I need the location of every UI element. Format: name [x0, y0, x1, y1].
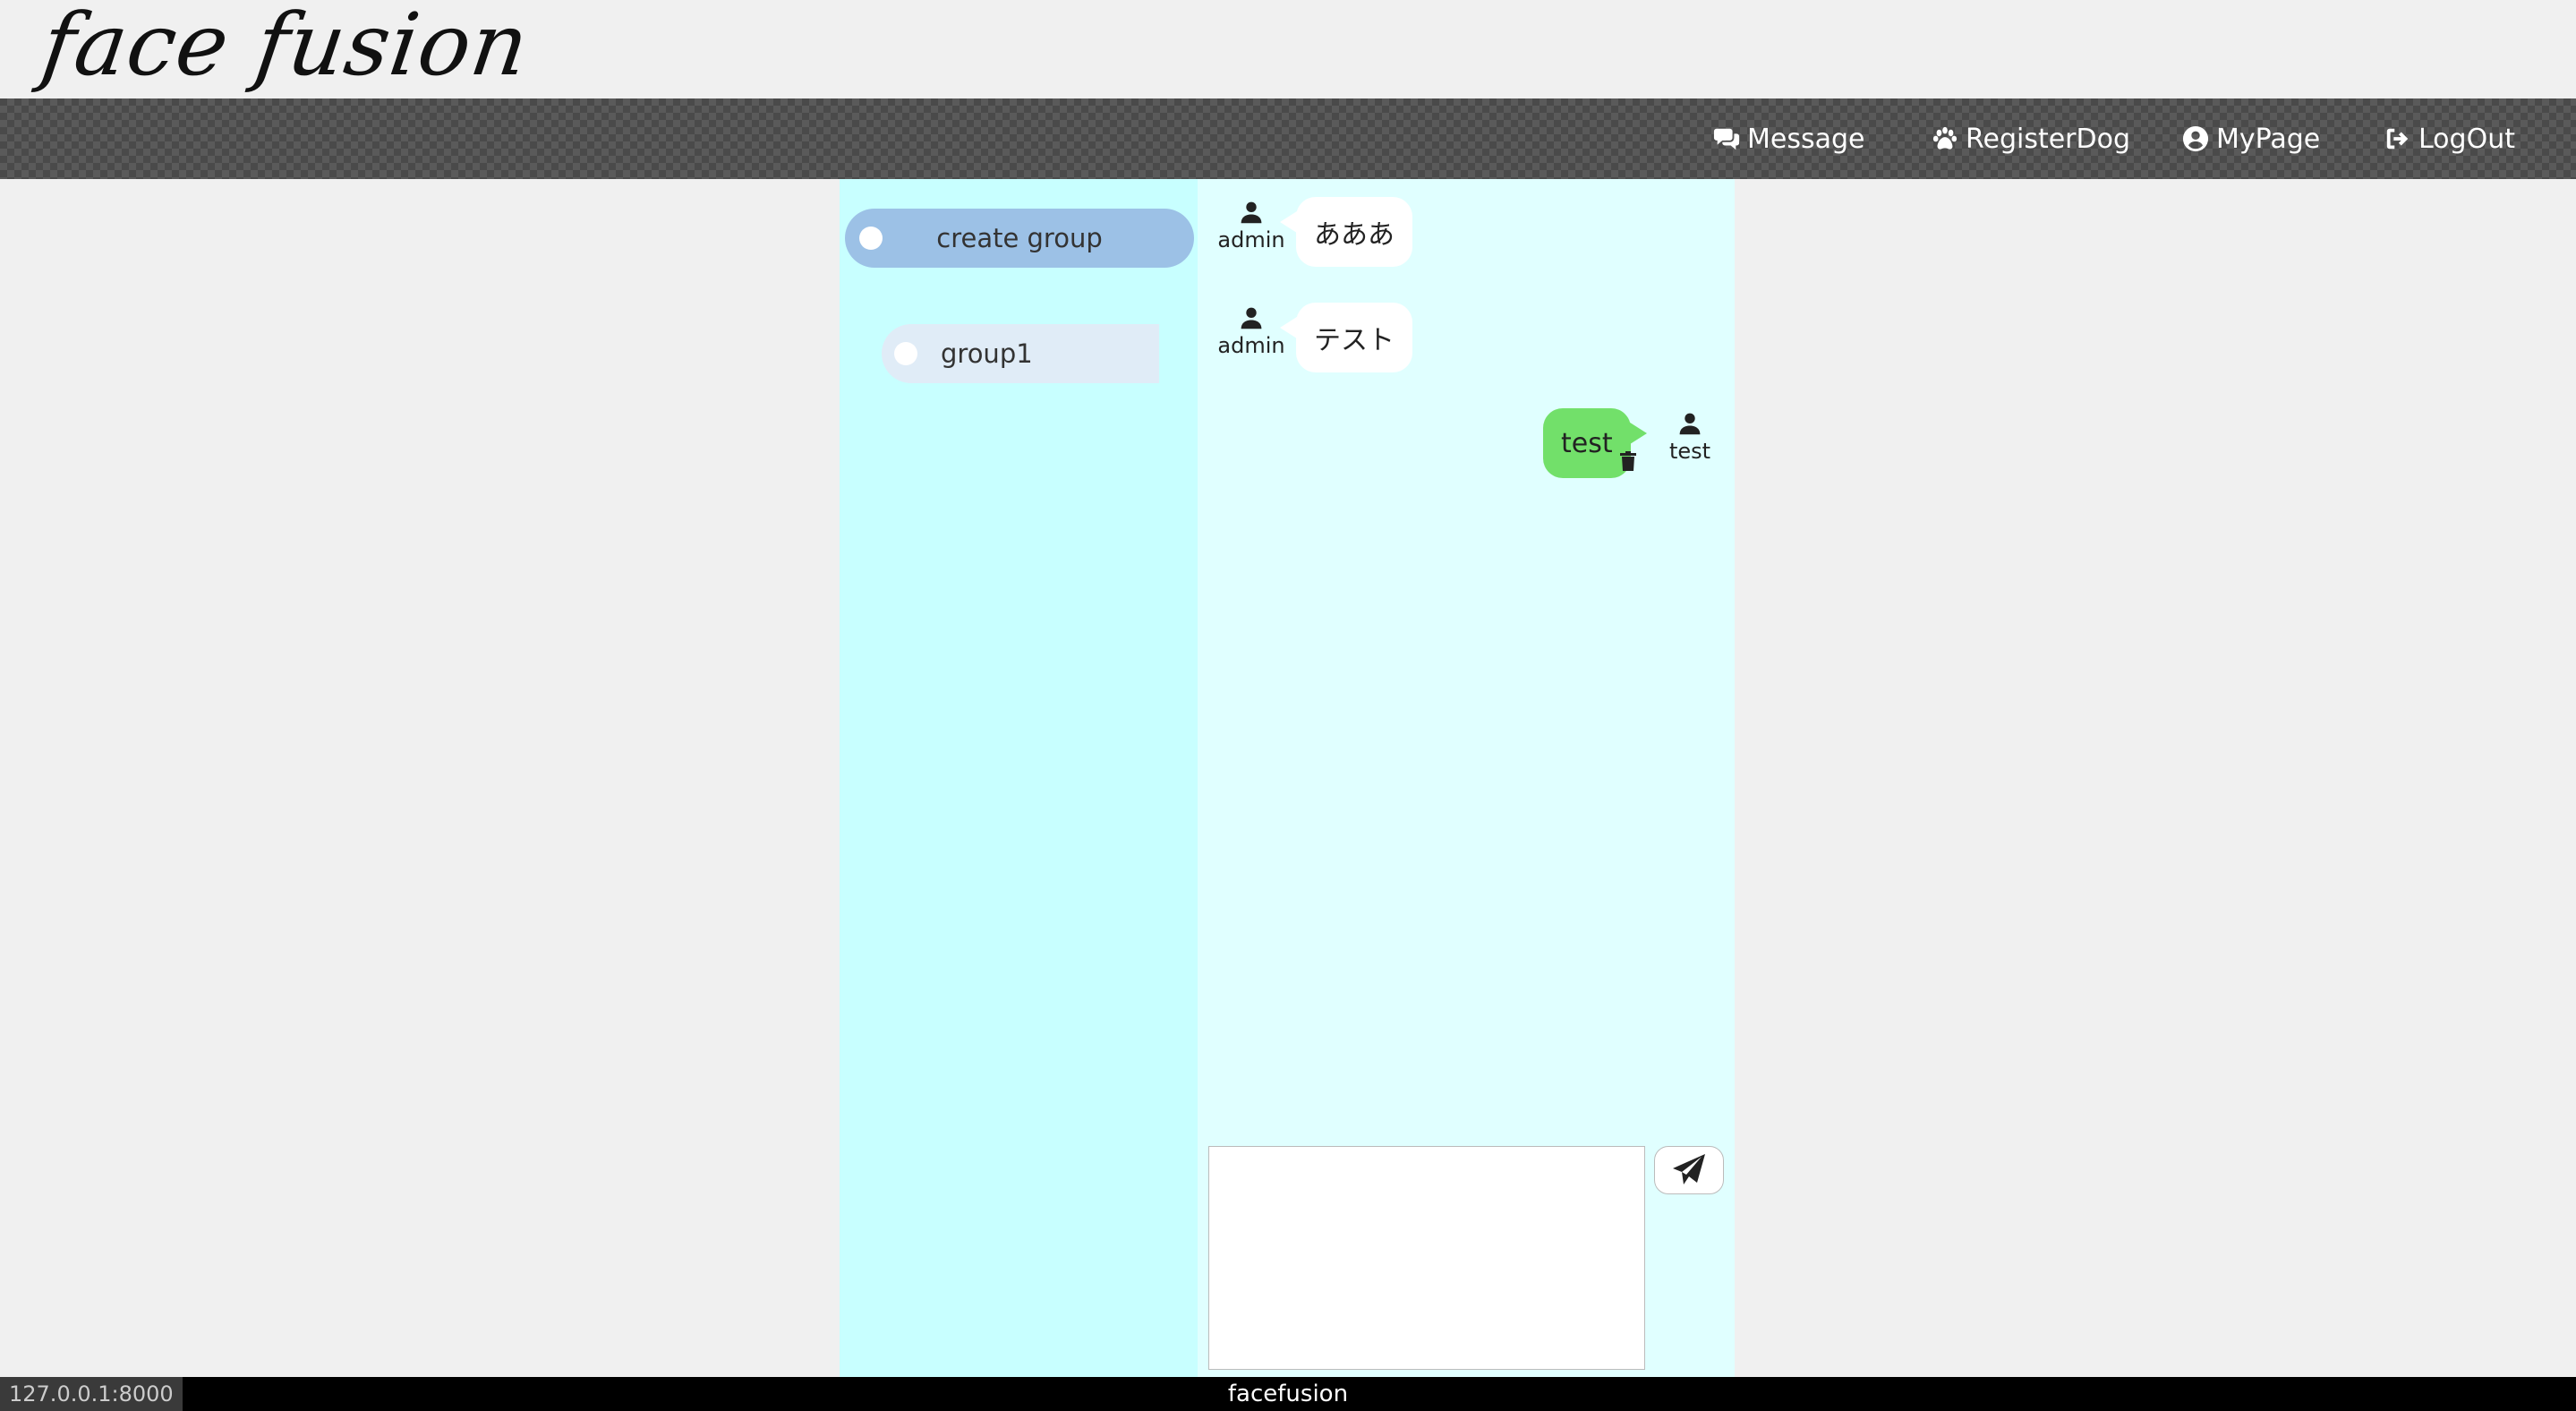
comments-icon [1713, 128, 1740, 150]
message-text: test [1561, 427, 1613, 459]
own-message-bubble: test [1543, 408, 1647, 478]
message-text: テスト [1314, 325, 1395, 356]
user-icon [1241, 307, 1262, 329]
create-group-label: create group [936, 223, 1103, 253]
nav-registerdog-link[interactable]: RegisterDog [1932, 98, 2130, 179]
radio-dot-icon [894, 342, 917, 365]
nav-logout-link[interactable]: LogOut [2384, 98, 2515, 179]
nav-logout-label: LogOut [2418, 123, 2515, 155]
send-button[interactable] [1654, 1146, 1724, 1194]
nav-mypage-label: MyPage [2216, 123, 2321, 155]
user-icon [1241, 201, 1262, 224]
page-footer: facefusion [0, 1377, 2576, 1411]
message-author: test [1650, 412, 1730, 464]
nav-registerdog-label: RegisterDog [1966, 123, 2131, 155]
sign-out-icon [2386, 128, 2409, 150]
message-bubble: あああ [1280, 197, 1412, 267]
paw-icon [1932, 126, 1958, 150]
nav-mypage-link[interactable]: MyPage [2182, 98, 2320, 179]
trash-icon[interactable] [1620, 451, 1636, 471]
group-list-item[interactable]: group1 [882, 324, 1159, 383]
paper-plane-icon [1673, 1154, 1705, 1184]
user-icon [1679, 413, 1701, 435]
message-bubble: テスト [1280, 303, 1412, 372]
footer-text: facefusion [1227, 1381, 1349, 1407]
create-group-button[interactable]: create group [845, 209, 1194, 268]
browser-status-url: 127.0.0.1:8000 [0, 1377, 183, 1411]
message-text: あああ [1314, 219, 1395, 251]
group-item-label: group1 [941, 338, 1033, 369]
site-logo: face fusion [36, 0, 535, 95]
message-username: test [1668, 439, 1711, 464]
nav-message-label: Message [1747, 123, 1865, 155]
message-input[interactable] [1208, 1146, 1645, 1370]
top-navbar: Message RegisterDog MyPage LogOut [0, 98, 2576, 179]
nav-message-link[interactable]: Message [1713, 98, 1864, 179]
user-circle-icon [2182, 125, 2209, 152]
